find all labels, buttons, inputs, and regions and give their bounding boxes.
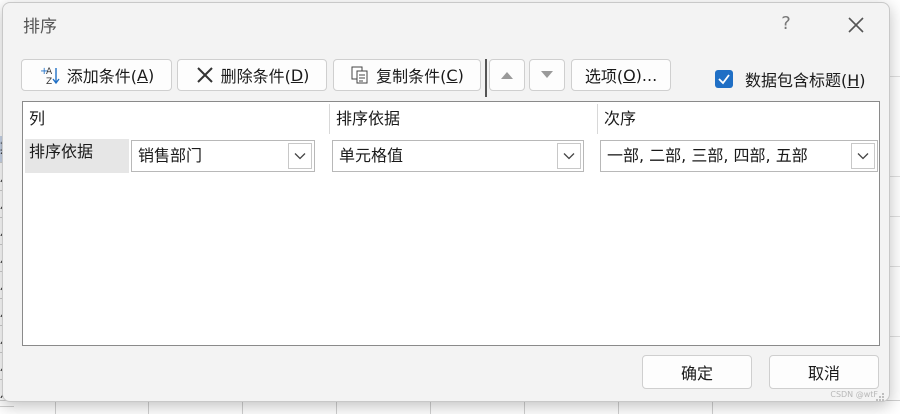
delete-condition-button[interactable]: 删除条件(D)	[177, 59, 327, 91]
help-button[interactable]: ?	[769, 7, 803, 41]
triangle-down-icon	[540, 70, 554, 80]
column-header-col: 列	[23, 102, 329, 136]
order-dropdown-button[interactable]	[851, 143, 875, 169]
has-header-label: 数据包含标题(H)	[745, 67, 866, 91]
row-label[interactable]: 排序依据	[25, 139, 129, 173]
copy-condition-accel: C	[446, 66, 457, 85]
chevron-down-icon	[857, 152, 869, 160]
chevron-down-icon	[294, 152, 306, 160]
copy-condition-label: 复制条件(	[376, 63, 446, 87]
move-down-button[interactable]	[529, 59, 565, 91]
column-header-sort-on: 排序依据	[330, 102, 596, 136]
delete-condition-tail: )	[303, 66, 309, 85]
options-button[interactable]: 选项(O)...	[571, 59, 671, 91]
has-header-checkbox[interactable]	[715, 70, 733, 88]
move-up-button[interactable]	[489, 59, 525, 91]
copy-icon	[350, 65, 370, 85]
close-icon	[847, 16, 865, 34]
has-header-checkbox-wrap[interactable]: 数据包含标题(H)	[715, 67, 866, 91]
sheet-bottom-grid	[0, 400, 900, 414]
add-condition-accel: A	[137, 66, 148, 85]
column-select-value: 销售部门	[138, 141, 202, 171]
watermark: CSDN @wtF	[830, 390, 878, 399]
svg-text:A: A	[46, 67, 53, 77]
svg-text:Z: Z	[46, 77, 52, 86]
add-condition-label: 添加条件(	[67, 63, 137, 87]
sort-conditions-grid: 列 排序依据 次序 排序依据 销售部门 单元格值 一部, 二部, 三部, 四部,…	[22, 101, 880, 346]
delete-condition-accel: D	[291, 66, 303, 85]
column-header-order: 次序	[598, 102, 878, 136]
sort-on-dropdown-button[interactable]	[557, 143, 581, 169]
triangle-up-icon	[500, 70, 514, 80]
dialog-titlebar: 排序 ?	[3, 3, 889, 43]
delete-condition-label: 删除条件(	[221, 63, 291, 87]
chevron-down-icon	[563, 152, 575, 160]
sort-dialog: 排序 ? + A Z 添加条件(A) 删除条件(D)	[2, 2, 890, 402]
sort-on-select-value: 单元格值	[339, 141, 403, 171]
add-condition-tail: )	[148, 66, 154, 85]
add-condition-button[interactable]: + A Z 添加条件(A)	[21, 59, 172, 91]
order-select-value: 一部, 二部, 三部, 四部, 五部	[607, 141, 808, 171]
options-accel: O	[623, 66, 636, 85]
sort-on-select[interactable]: 单元格值	[332, 140, 584, 172]
column-dropdown-button[interactable]	[288, 143, 312, 169]
copy-condition-button[interactable]: 复制条件(C)	[333, 59, 481, 91]
checkmark-icon	[717, 72, 731, 86]
ok-button[interactable]: 确定	[642, 355, 752, 389]
sort-add-icon: + A Z	[39, 64, 61, 86]
order-select[interactable]: 一部, 二部, 三部, 四部, 五部	[600, 140, 878, 172]
column-select[interactable]: 销售部门	[131, 140, 315, 172]
toolbar-separator	[485, 59, 487, 97]
close-button[interactable]	[835, 7, 877, 41]
delete-x-icon	[195, 65, 215, 85]
options-label: 选项(	[585, 63, 623, 87]
dialog-title: 排序	[23, 12, 57, 37]
copy-condition-tail: )	[458, 66, 464, 85]
cancel-button[interactable]: 取消	[769, 355, 879, 389]
options-tail: )...	[636, 66, 658, 85]
